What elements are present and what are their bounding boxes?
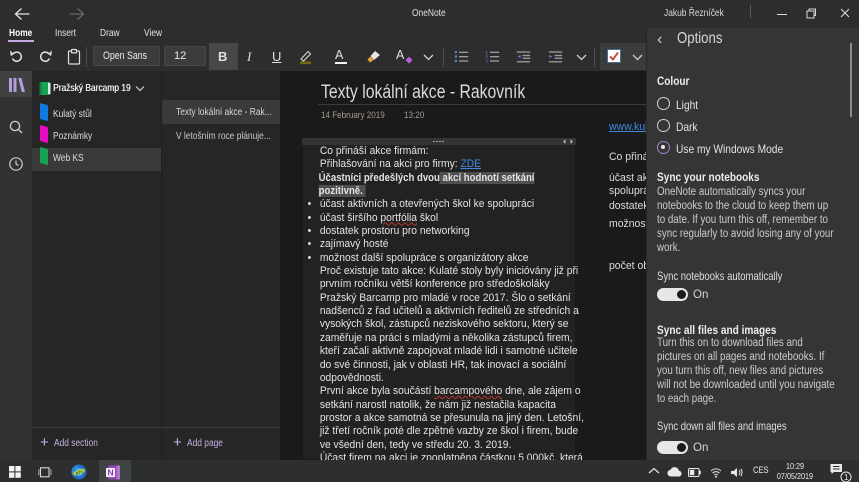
svg-text:1: 1 (844, 473, 849, 482)
svg-text:N: N (108, 468, 114, 478)
svg-text:3: 3 (485, 59, 488, 64)
